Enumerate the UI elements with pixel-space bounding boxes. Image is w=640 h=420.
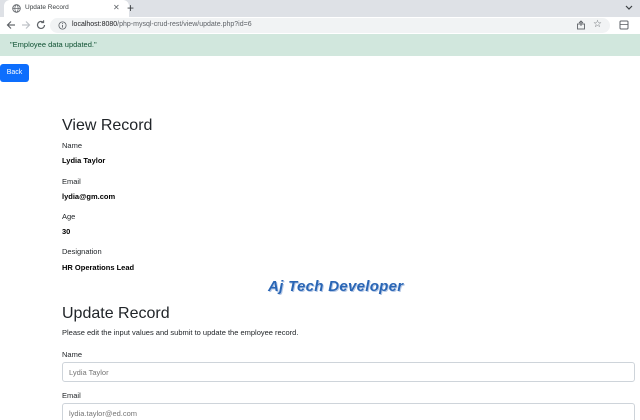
watermark-logo: Aj Tech Developer bbox=[268, 278, 404, 295]
browser-toolbar: localhost:8080/php-mysql-crud-rest/view/… bbox=[0, 17, 640, 34]
view-name-label: Name bbox=[62, 141, 83, 150]
name-input[interactable] bbox=[62, 362, 635, 382]
view-age-label: Age bbox=[62, 212, 76, 221]
update-instructions: Please edit the input values and submit … bbox=[62, 328, 299, 337]
globe-icon bbox=[12, 4, 21, 13]
reload-icon[interactable] bbox=[35, 19, 47, 31]
address-bar[interactable]: localhost:8080/php-mysql-crud-rest/view/… bbox=[50, 18, 610, 33]
arrow-right-icon[interactable] bbox=[20, 19, 32, 31]
arrow-left-icon[interactable] bbox=[5, 19, 17, 31]
view-name-value: Lydia Taylor bbox=[62, 156, 106, 165]
update-record-title: Update Record bbox=[62, 305, 170, 322]
tab-title: Update Record bbox=[25, 4, 69, 11]
back-button[interactable]: Back bbox=[0, 64, 29, 82]
view-email-value: lydia@gm.com bbox=[62, 192, 116, 201]
url-path: /php-mysql-crud-rest/view/update.php?id=… bbox=[117, 21, 252, 28]
view-designation-value: HR Operations Lead bbox=[62, 263, 135, 272]
view-age-value: 30 bbox=[62, 227, 71, 236]
url-host: localhost:8080 bbox=[72, 21, 118, 28]
star-icon[interactable]: ☆ bbox=[593, 19, 602, 31]
success-alert: "Employee data updated." bbox=[0, 34, 640, 56]
view-email-label: Email bbox=[62, 177, 81, 186]
chevron-down-icon[interactable] bbox=[624, 2, 634, 14]
page-body: "Employee data updated." Back View Recor… bbox=[0, 34, 640, 420]
update-email-label: Email bbox=[62, 391, 81, 400]
update-name-label: Name bbox=[62, 350, 83, 359]
email-input[interactable] bbox=[62, 403, 635, 420]
share-icon[interactable] bbox=[576, 20, 586, 30]
view-designation-label: Designation bbox=[62, 247, 102, 256]
plus-icon[interactable]: + bbox=[127, 1, 134, 15]
info-icon[interactable] bbox=[58, 21, 67, 30]
close-icon[interactable]: ✕ bbox=[113, 2, 120, 14]
tab-bar: Update Record ✕ + bbox=[0, 0, 640, 17]
browser-tab[interactable]: Update Record ✕ bbox=[4, 0, 129, 17]
extension-icon[interactable] bbox=[618, 19, 630, 31]
view-record-title: View Record bbox=[62, 117, 153, 134]
url-text[interactable]: localhost:8080/php-mysql-crud-rest/view/… bbox=[72, 21, 252, 28]
